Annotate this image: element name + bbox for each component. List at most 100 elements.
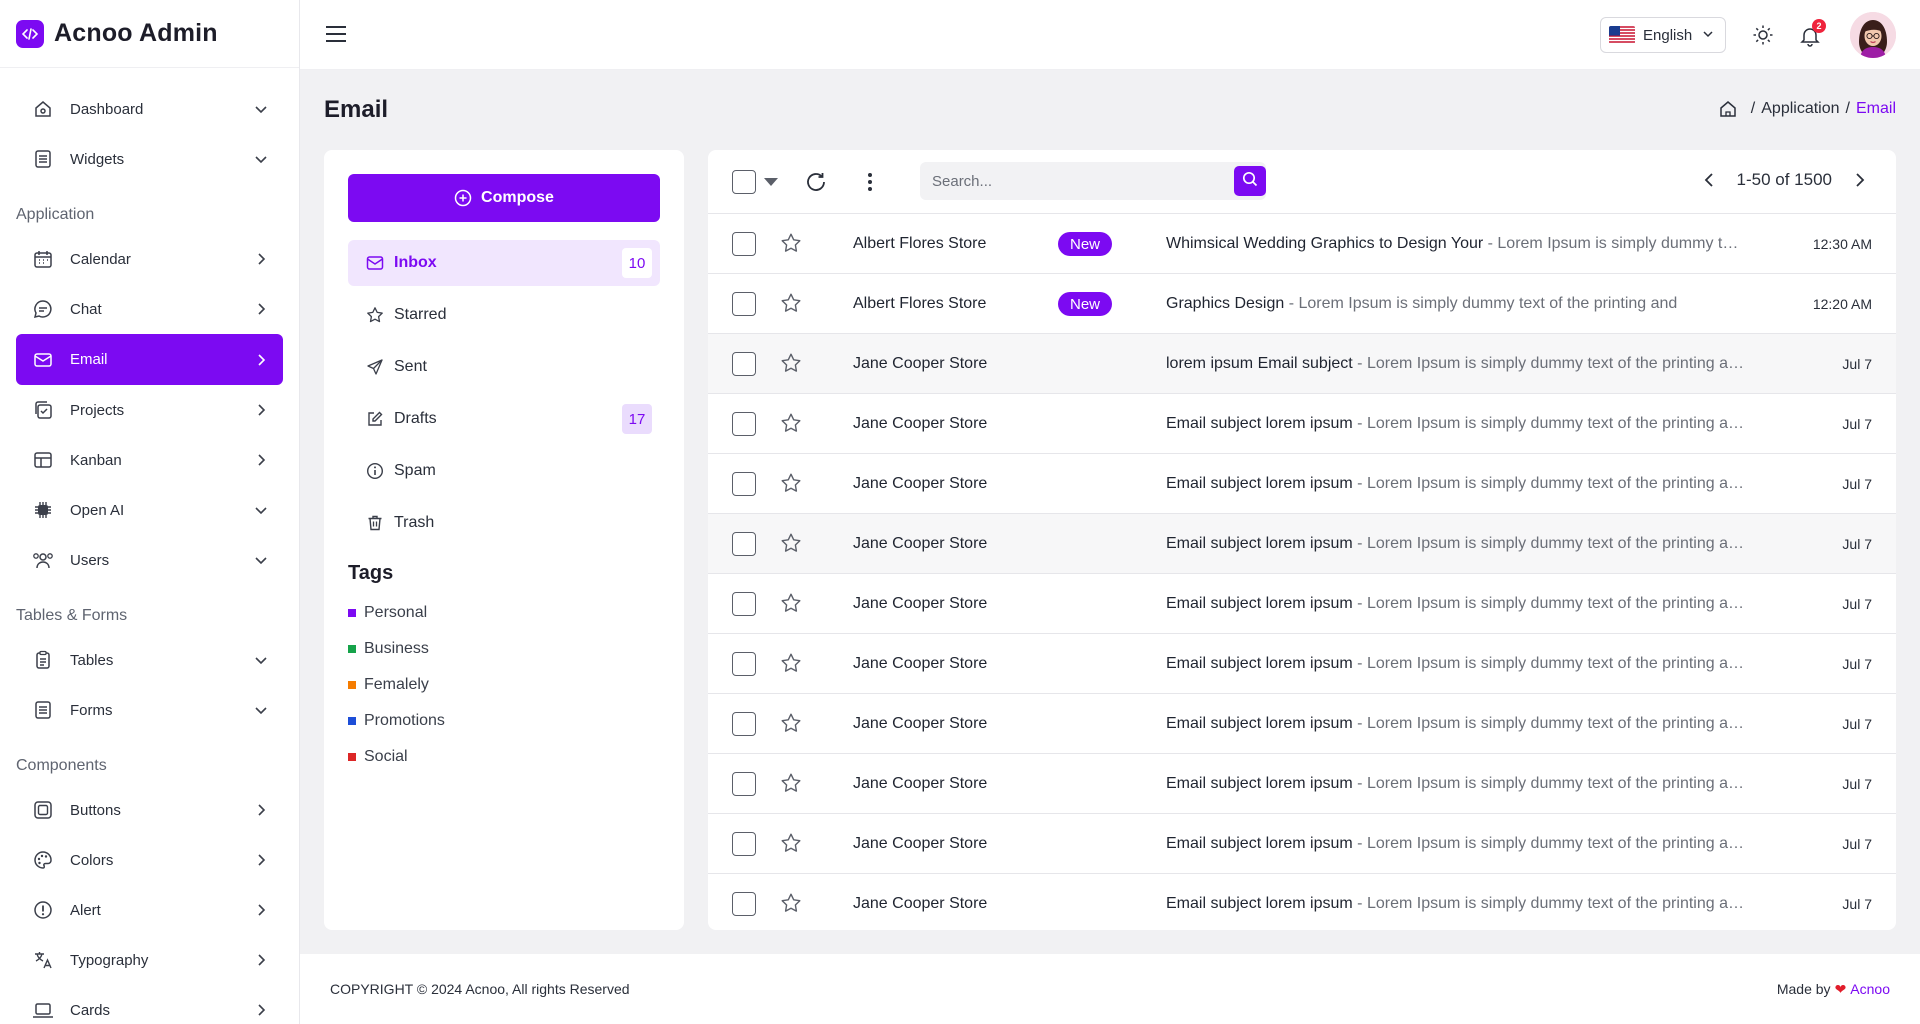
mail-row-checkbox[interactable] — [732, 891, 756, 916]
mail-snippet: - Lorem Ipsum is simply dummy text of th… — [1352, 534, 1744, 552]
tag-color-swatch — [348, 717, 356, 725]
mail-row-checkbox[interactable] — [732, 651, 756, 676]
mail-row-checkbox[interactable] — [732, 411, 756, 436]
search-button[interactable] — [1234, 166, 1266, 196]
breadcrumb-application[interactable]: Application — [1761, 100, 1839, 118]
language-select[interactable]: English — [1600, 17, 1726, 53]
chevron-right-icon[interactable] — [1848, 168, 1872, 192]
star-icon[interactable] — [780, 412, 804, 436]
tag-personal[interactable]: Personal — [348, 595, 660, 631]
sidebar-item-dashboard[interactable]: Dashboard — [16, 84, 283, 134]
mail-row[interactable]: Jane Cooper Store Email subject lorem ips… — [708, 754, 1896, 814]
star-icon[interactable] — [780, 232, 804, 256]
sidebar-item-alert[interactable]: Alert — [16, 885, 283, 935]
mail-row-checkbox[interactable] — [732, 771, 756, 796]
mail-row[interactable]: Jane Cooper Store Email subject lorem ips… — [708, 694, 1896, 754]
brand[interactable]: Acnoo Admin — [0, 0, 299, 68]
folder-trash[interactable]: Trash — [348, 500, 660, 546]
mail-row[interactable]: Albert Flores Store New Graphics Design - … — [708, 274, 1896, 334]
mail-row[interactable]: Jane Cooper Store Email subject lorem ips… — [708, 874, 1896, 930]
chevron-right-icon — [253, 452, 269, 468]
folder-inbox[interactable]: Inbox 10 — [348, 240, 660, 286]
mail-row-checkbox[interactable] — [732, 231, 756, 256]
sidebar-item-users[interactable]: Users — [16, 535, 283, 585]
mail-row-checkbox[interactable] — [732, 351, 756, 376]
mail-row[interactable]: Jane Cooper Store Email subject lorem ips… — [708, 394, 1896, 454]
star-icon[interactable] — [780, 352, 804, 376]
compose-button[interactable]: Compose — [348, 174, 660, 222]
sidebar-item-typography[interactable]: Typography — [16, 935, 283, 985]
select-dropdown-caret-icon[interactable] — [764, 177, 778, 186]
select-all-checkbox[interactable] — [732, 169, 756, 194]
mail-row-checkbox[interactable] — [732, 711, 756, 736]
chevron-right-icon — [253, 301, 269, 317]
hamburger-menu-icon[interactable] — [324, 24, 348, 44]
sidebar-item-email[interactable]: Email — [16, 334, 283, 385]
sidebar-item-calendar[interactable]: Calendar — [16, 234, 283, 284]
star-icon[interactable] — [780, 292, 804, 316]
tag-business[interactable]: Business — [348, 631, 660, 667]
made-by-label: Made by — [1776, 981, 1831, 997]
sidebar-item-forms[interactable]: Forms — [16, 685, 283, 735]
star-icon[interactable] — [780, 532, 804, 556]
theme-toggle-sun-icon[interactable] — [1752, 24, 1774, 46]
tag-femalely[interactable]: Femalely — [348, 667, 660, 703]
star-icon[interactable] — [780, 652, 804, 676]
tags-title: Tags — [348, 562, 394, 584]
sidebar-item-buttons[interactable]: Buttons — [16, 785, 283, 835]
mail-row[interactable]: Jane Cooper Store Email subject lorem ips… — [708, 574, 1896, 634]
mail-time: Jul 7 — [1842, 415, 1872, 432]
sidebar-item-widgets[interactable]: Widgets — [16, 134, 283, 184]
star-icon[interactable] — [780, 712, 804, 736]
mail-row[interactable]: Albert Flores Store New Whimsical Wedding … — [708, 214, 1896, 274]
folder-drafts[interactable]: Drafts 17 — [348, 396, 660, 442]
made-by: Made by ❤ Acnoo — [1777, 981, 1890, 998]
tag-social[interactable]: Social — [348, 739, 660, 775]
mail-subject: Email subject lorem ipsum — [1166, 414, 1353, 432]
mail-row-checkbox[interactable] — [732, 531, 756, 556]
refresh-icon[interactable] — [804, 170, 828, 194]
sidebar-item-projects[interactable]: Projects — [16, 385, 283, 435]
mail-row[interactable]: Jane Cooper Store lorem ipsum Email subje… — [708, 334, 1896, 394]
company-link[interactable]: Acnoo — [1850, 981, 1890, 997]
sidebar-item-cards[interactable]: Cards — [16, 985, 283, 1024]
search-input[interactable] — [920, 172, 1210, 190]
folder-sent[interactable]: Sent — [348, 344, 660, 390]
home-icon[interactable] — [1719, 100, 1737, 118]
top-header: English 2 — [300, 0, 1920, 70]
mail-subject: Email subject lorem ipsum — [1166, 834, 1353, 852]
star-icon[interactable] — [780, 832, 804, 856]
mail-row-checkbox[interactable] — [732, 471, 756, 496]
sidebar-item-open-ai[interactable]: Open AI — [16, 485, 283, 535]
mail-row[interactable]: Jane Cooper Store Email subject lorem ips… — [708, 454, 1896, 514]
notification-bell-icon[interactable]: 2 — [1798, 19, 1826, 48]
sidebar-item-chat[interactable]: Chat — [16, 284, 283, 334]
more-vertical-icon[interactable] — [858, 170, 882, 194]
mail-row[interactable]: Jane Cooper Store Email subject lorem ips… — [708, 814, 1896, 874]
chevron-left-icon[interactable] — [1697, 168, 1721, 192]
star-icon[interactable] — [780, 472, 804, 496]
folder-spam[interactable]: Spam — [348, 448, 660, 494]
mail-snippet: - Lorem Ipsum is simply dummy text of th… — [1352, 414, 1744, 432]
sidebar-item-tables[interactable]: Tables — [16, 635, 283, 685]
star-icon[interactable] — [780, 772, 804, 796]
mail-row-checkbox[interactable] — [732, 831, 756, 856]
sidebar: Acnoo Admin Dashboard Widgets Applicatio… — [0, 0, 300, 1024]
star-icon[interactable] — [780, 592, 804, 616]
tag-label: Promotions — [364, 712, 445, 729]
mail-row-checkbox[interactable] — [732, 591, 756, 616]
mail-sender: Albert Flores Store — [853, 234, 987, 252]
star-icon — [366, 306, 384, 324]
mail-subject: Email subject lorem ipsum — [1166, 774, 1353, 792]
folder-starred[interactable]: Starred — [348, 292, 660, 338]
mail-snippet: - Lorem Ipsum is simply dummy text of th… — [1352, 774, 1744, 792]
mail-snippet: - Lorem Ipsum is simply dummy text of th… — [1352, 894, 1744, 912]
mail-row[interactable]: Jane Cooper Store Email subject lorem ips… — [708, 634, 1896, 694]
mail-row[interactable]: Jane Cooper Store Email subject lorem ips… — [708, 514, 1896, 574]
mail-row-checkbox[interactable] — [732, 291, 756, 316]
sidebar-item-colors[interactable]: Colors — [16, 835, 283, 885]
tag-promotions[interactable]: Promotions — [348, 703, 660, 739]
sidebar-item-kanban[interactable]: Kanban — [16, 435, 283, 485]
star-icon[interactable] — [780, 892, 804, 916]
avatar[interactable] — [1850, 12, 1896, 58]
